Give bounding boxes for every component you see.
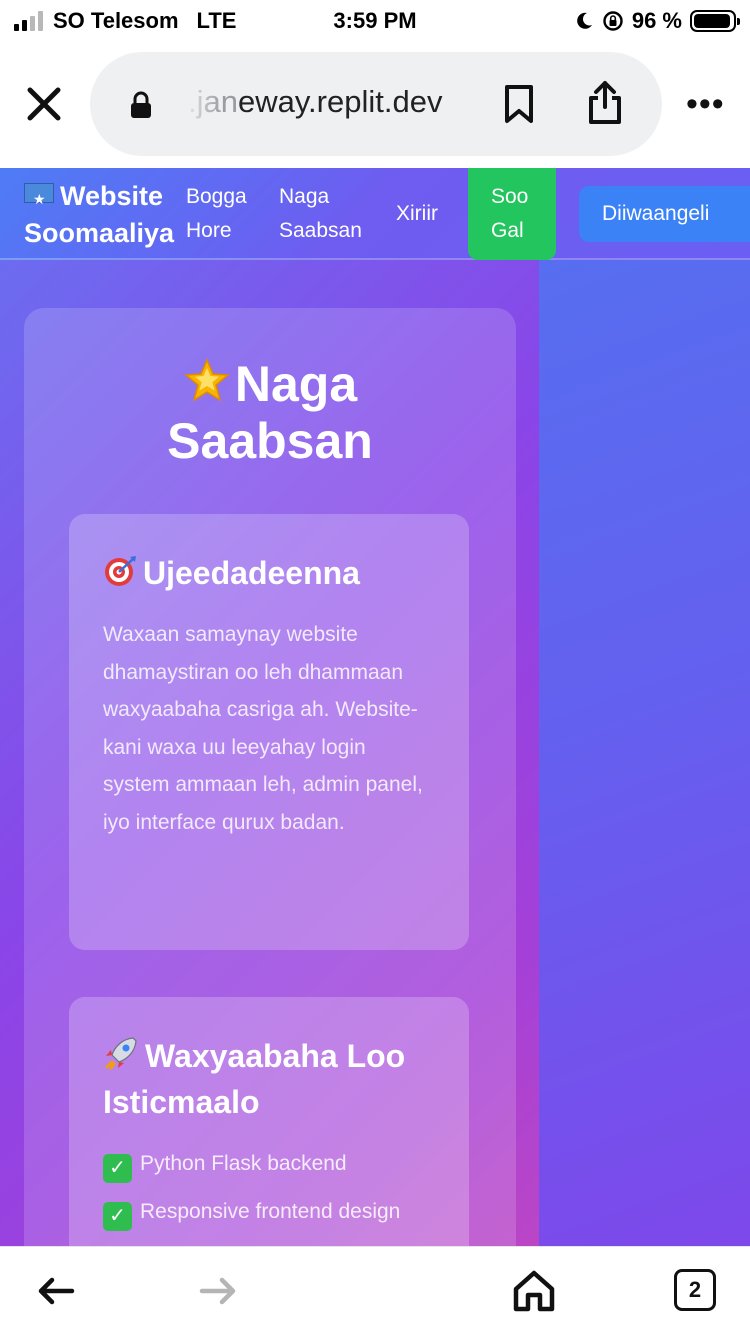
card-title: Ujeedadeenna bbox=[103, 550, 449, 596]
page-title: Naga Saabsan bbox=[24, 356, 516, 470]
login-label: Gal bbox=[491, 219, 524, 242]
url-text[interactable]: .janeway.replit.dev bbox=[188, 84, 442, 120]
nav-link-label: Hore bbox=[186, 219, 232, 242]
site-navbar: Website Soomaaliya Bogga Hore Naga Saabs… bbox=[0, 168, 750, 260]
nav-link-about[interactable]: Naga Saabsan bbox=[279, 180, 362, 248]
status-right: 96 % bbox=[574, 8, 740, 34]
check-icon: ✓ bbox=[103, 1154, 132, 1183]
features-card: Waxyaabaha Loo Isticmaalo ✓ Python Flask … bbox=[69, 997, 469, 1246]
card-title: Waxyaabaha Loo Isticmaalo bbox=[103, 1033, 449, 1125]
share-icon[interactable] bbox=[586, 80, 624, 126]
close-icon[interactable] bbox=[22, 82, 66, 126]
page-title-line2: Saabsan bbox=[167, 413, 373, 469]
browser-bottom-bar: 2 bbox=[0, 1246, 750, 1334]
somalia-flag-icon bbox=[24, 181, 54, 218]
nav-link-label: Naga bbox=[279, 185, 330, 208]
battery-icon bbox=[690, 10, 740, 32]
site-brand[interactable]: Website Soomaaliya bbox=[24, 178, 174, 252]
nav-link-contact[interactable]: Xiriir bbox=[396, 197, 438, 231]
card-body: Waxaan samaynay website dhamaystiran oo … bbox=[103, 623, 423, 834]
nav-link-label: Saabsan bbox=[279, 219, 362, 242]
card-title-text: Ujeedadeenna bbox=[143, 555, 360, 591]
rotation-lock-icon bbox=[603, 11, 623, 31]
lock-icon bbox=[131, 91, 151, 118]
login-button[interactable]: Soo Gal bbox=[468, 168, 556, 260]
nav-link-label: Bogga bbox=[186, 185, 247, 208]
feature-text: Responsive frontend design bbox=[140, 1200, 401, 1223]
battery-level bbox=[694, 14, 731, 28]
home-icon[interactable] bbox=[512, 1269, 556, 1313]
url-fade bbox=[182, 76, 222, 132]
mission-card: Ujeedadeenna Waxaan samaynay website dha… bbox=[69, 514, 469, 950]
battery-percent: 96 % bbox=[631, 8, 682, 33]
brand-line2: Soomaaliya bbox=[24, 218, 175, 248]
moon-icon bbox=[577, 12, 592, 29]
brand-line1: Website bbox=[60, 181, 164, 211]
target-icon bbox=[105, 556, 136, 586]
list-item: ✓ Python Flask backend bbox=[103, 1147, 449, 1183]
web-content: Website Soomaaliya Bogga Hore Naga Saabs… bbox=[0, 168, 750, 1246]
back-arrow-icon[interactable] bbox=[36, 1273, 76, 1309]
star-icon bbox=[183, 358, 230, 402]
feature-list: ✓ Python Flask backend ✓ Responsive fronte… bbox=[103, 1147, 449, 1243]
login-label: Soo bbox=[491, 185, 529, 208]
status-bar: SO Telesom LTE 3:59 PM 96 % bbox=[0, 0, 750, 42]
card-title-text: Waxyaabaha Loo Isticmaalo bbox=[103, 1038, 406, 1120]
feature-text: Python Flask backend bbox=[140, 1152, 347, 1175]
forward-arrow-icon[interactable] bbox=[198, 1273, 238, 1309]
list-item: ✓ Responsive frontend design bbox=[103, 1195, 449, 1231]
nav-link-home[interactable]: Bogga Hore bbox=[186, 180, 247, 248]
more-options-icon[interactable]: ••• bbox=[686, 87, 725, 121]
browser-toolbar: .janeway.replit.dev ••• bbox=[0, 42, 750, 168]
tab-switcher-button[interactable]: 2 bbox=[674, 1269, 716, 1311]
page-title-line1: Naga bbox=[234, 356, 358, 412]
bookmark-icon[interactable] bbox=[502, 84, 536, 124]
rocket-icon bbox=[105, 1037, 137, 1070]
nav-link-label: Xiriir bbox=[396, 202, 438, 225]
register-button[interactable]: Diiwaangeli bbox=[579, 186, 750, 242]
url-bar[interactable]: .janeway.replit.dev bbox=[90, 52, 662, 156]
url-domain: eway.replit.dev bbox=[237, 84, 443, 119]
check-icon: ✓ bbox=[103, 1202, 132, 1231]
